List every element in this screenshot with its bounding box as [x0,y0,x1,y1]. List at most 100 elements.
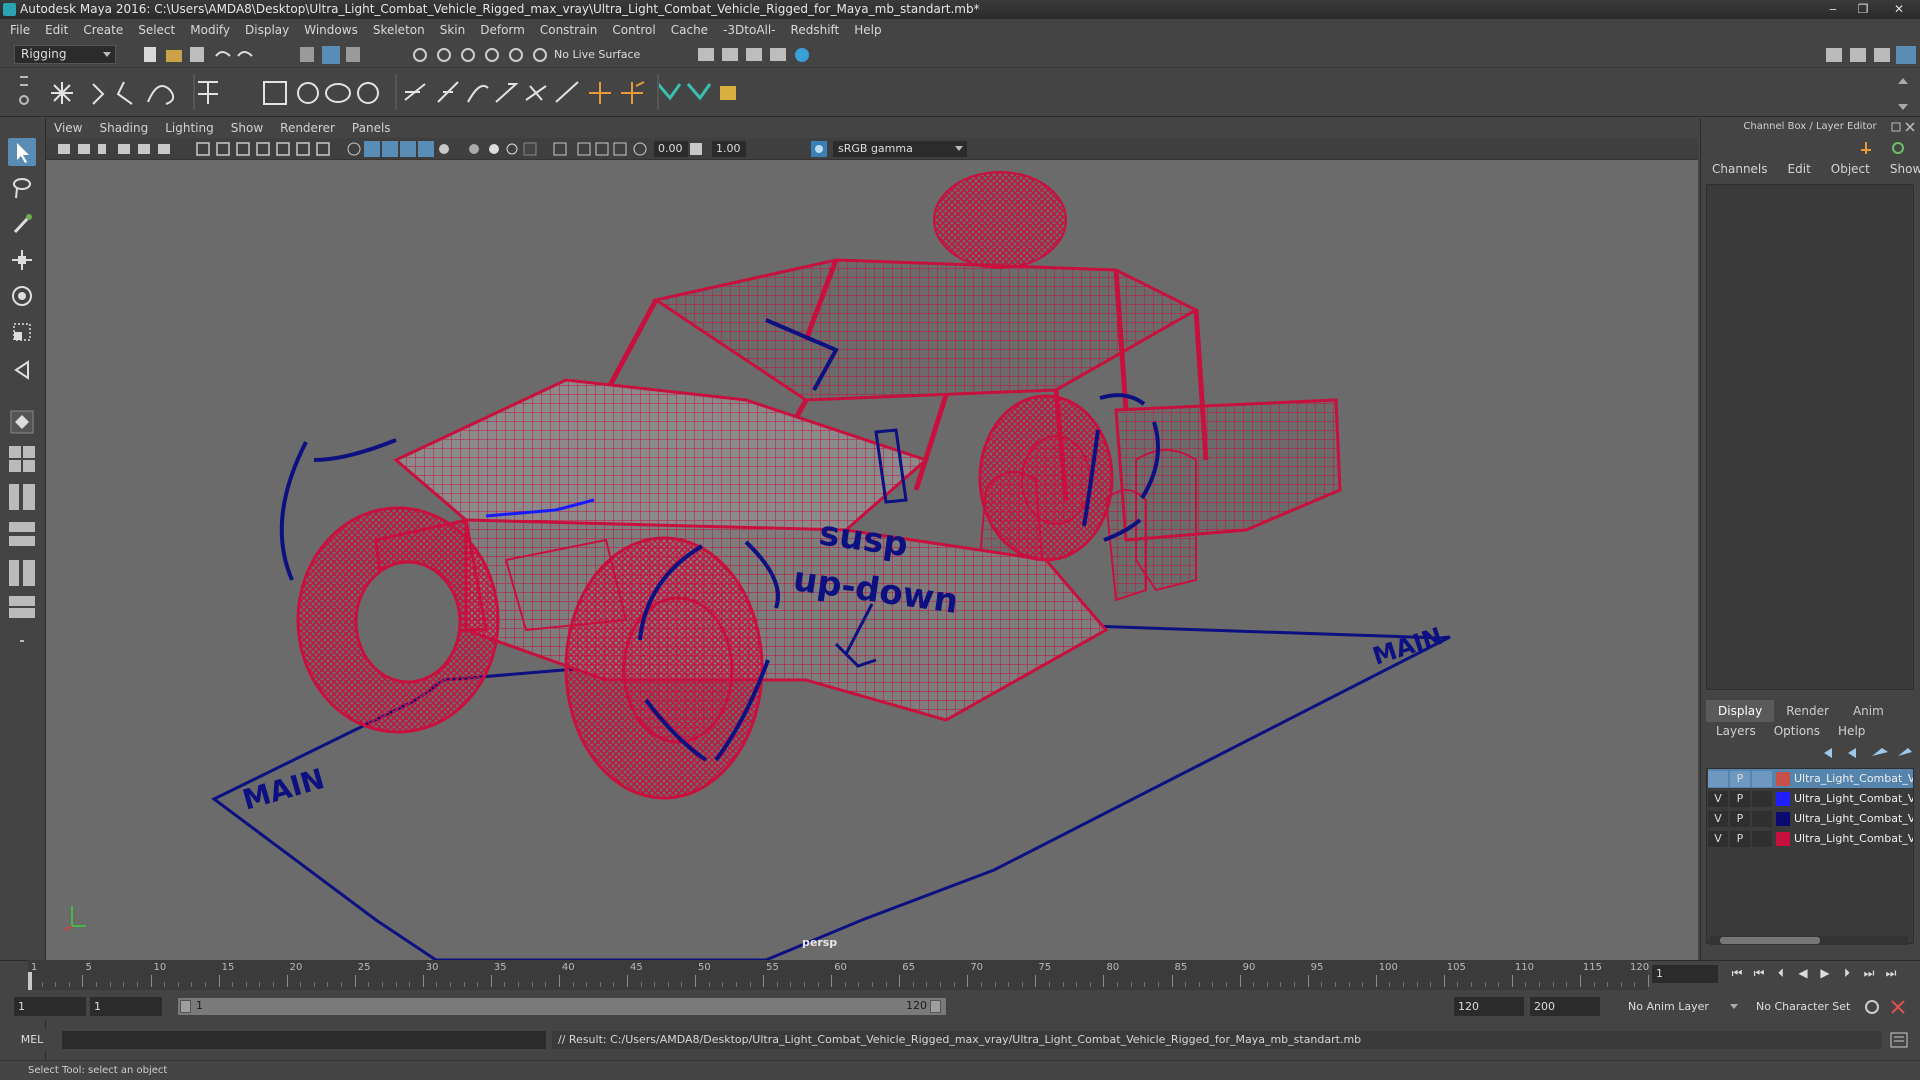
lasso-tool-button[interactable] [8,174,36,202]
layer-playback-toggle[interactable]: P [1730,770,1750,787]
step-back-frame-button[interactable]: ⏴ [1772,964,1790,982]
exposure-field[interactable]: 0.00 [654,141,688,157]
layer-color-swatch[interactable] [1776,811,1790,826]
tab-anim[interactable]: Anim [1841,700,1896,722]
range-end-handle[interactable] [930,1000,941,1013]
play-backwards-button[interactable]: ◀ [1794,964,1812,982]
character-set-dropdown[interactable]: No Character Set [1756,997,1852,1016]
menu-windows[interactable]: Windows [304,23,358,37]
layer-visibility-toggle[interactable]: V [1708,790,1728,807]
panel-float-close-icons[interactable] [1890,120,1918,134]
script-language-toggle[interactable]: MEL [14,1031,50,1049]
menu-constrain[interactable]: Constrain [540,23,598,37]
playback-end-field[interactable]: 120 [1454,997,1524,1016]
range-slider-bar[interactable]: 1 120 [178,998,946,1015]
current-frame-marker[interactable] [28,972,32,990]
rotate-tool-button[interactable] [8,282,36,310]
le-menu-options[interactable]: Options [1774,724,1820,738]
live-surface-field[interactable]: No Live Surface [554,46,656,63]
layer-color-swatch[interactable] [1776,771,1790,786]
command-input[interactable] [62,1031,546,1049]
menu-create[interactable]: Create [83,23,123,37]
menu-skin[interactable]: Skin [440,23,466,37]
soft-select-button[interactable] [8,408,36,436]
cb-menu-show[interactable]: Show [1890,162,1920,176]
viewport-menu-show[interactable]: Show [231,121,263,135]
menu-modify[interactable]: Modify [190,23,230,37]
menu-redshift[interactable]: Redshift [791,23,840,37]
channel-box-toggle-icons[interactable] [1858,138,1914,158]
menu-control[interactable]: Control [612,23,655,37]
shelf-rigging-tools[interactable] [48,74,848,114]
menu-skeleton[interactable]: Skeleton [373,23,425,37]
playback-start-field[interactable]: 1 [90,997,162,1016]
cb-menu-edit[interactable]: Edit [1788,162,1811,176]
layer-row[interactable]: P Ultra_Light_Combat_Vehicle_Rigged [1708,769,1913,788]
cb-menu-channels[interactable]: Channels [1712,162,1768,176]
menu-display[interactable]: Display [245,23,289,37]
viewport-menu-shading[interactable]: Shading [99,121,148,135]
paint-select-tool-button[interactable] [8,210,36,238]
script-editor-icon[interactable] [1888,1031,1910,1049]
menu-help[interactable]: Help [854,23,881,37]
layer-row[interactable]: V P Ultra_Light_Combat_Vehicle_Rigged [1708,789,1913,808]
viewport-3d[interactable]: MAIN MAIN susp up-down [46,160,1698,960]
play-forwards-button[interactable]: ▶ [1816,964,1834,982]
layer-row[interactable]: V P Ultra_Light_Combat_Vehicle_Rigged [1708,829,1913,848]
step-forward-frame-button[interactable]: ⏵ [1838,964,1856,982]
animation-start-field[interactable]: 1 [14,997,86,1016]
layer-display-type-toggle[interactable] [1752,770,1772,787]
layer-playback-toggle[interactable]: P [1730,810,1750,827]
shelf-scroll-icon[interactable] [1894,74,1912,114]
menu-deform[interactable]: Deform [480,23,525,37]
step-back-key-button[interactable]: ⏮ [1750,964,1768,982]
scale-tool-button[interactable] [8,318,36,346]
viewport-menu-renderer[interactable]: Renderer [280,121,335,135]
animation-end-field[interactable]: 200 [1530,997,1600,1016]
menu-select[interactable]: Select [138,23,175,37]
shelf-options-icon[interactable] [14,72,34,112]
viewport-menu-panels[interactable]: Panels [352,121,391,135]
close-button[interactable]: ✕ [1878,0,1920,19]
select-tool-button[interactable] [8,138,36,166]
layer-color-swatch[interactable] [1776,791,1790,806]
layer-visibility-toggle[interactable]: V [1708,810,1728,827]
tab-render[interactable]: Render [1774,700,1841,722]
viewport-toolbar-icons[interactable] [54,140,754,158]
layer-display-type-toggle[interactable] [1752,790,1772,807]
viewport-menu-view[interactable]: View [54,121,82,135]
go-to-end-button[interactable]: ⏭ [1882,964,1900,982]
layer-action-icons[interactable] [1818,744,1914,762]
le-menu-help[interactable]: Help [1838,724,1865,738]
layer-display-type-toggle[interactable] [1752,810,1772,827]
move-tool-button[interactable] [8,246,36,274]
layer-list-scrollbar[interactable] [1710,936,1908,945]
layout-preset-icons[interactable] [6,444,38,654]
color-management-icon[interactable] [810,141,828,157]
layer-row[interactable]: V P Ultra_Light_Combat_Vehicle_Rigged [1708,809,1913,828]
menu-set-dropdown[interactable]: Rigging [14,45,116,64]
anim-layer-dropdown[interactable]: No Anim Layer [1628,997,1738,1016]
minimize-button[interactable]: ‒ [1818,0,1848,19]
channel-box-list[interactable] [1706,184,1914,690]
cb-menu-object[interactable]: Object [1831,162,1870,176]
menu-file[interactable]: File [10,23,30,37]
layer-visibility-toggle[interactable]: V [1708,830,1728,847]
range-start-handle[interactable] [180,1000,191,1013]
layer-display-type-toggle[interactable] [1752,830,1772,847]
range-option-icons[interactable] [1862,997,1914,1017]
maximize-button[interactable]: ❐ [1848,0,1878,19]
go-to-start-button[interactable]: ⏮ [1728,964,1746,982]
menu-cache[interactable]: Cache [671,23,708,37]
menu-edit[interactable]: Edit [45,23,68,37]
layer-playback-toggle[interactable]: P [1730,830,1750,847]
viewport-menu-lighting[interactable]: Lighting [165,121,214,135]
current-frame-field[interactable]: 1 [1652,965,1718,983]
colorspace-dropdown[interactable]: sRGB gamma [833,141,967,157]
step-forward-key-button[interactable]: ⏭ [1860,964,1878,982]
le-menu-layers[interactable]: Layers [1716,724,1756,738]
layer-playback-toggle[interactable]: P [1730,790,1750,807]
gamma-field[interactable]: 1.00 [712,141,746,157]
scrollbar-thumb[interactable] [1720,937,1820,944]
last-tool-button[interactable] [8,356,36,384]
